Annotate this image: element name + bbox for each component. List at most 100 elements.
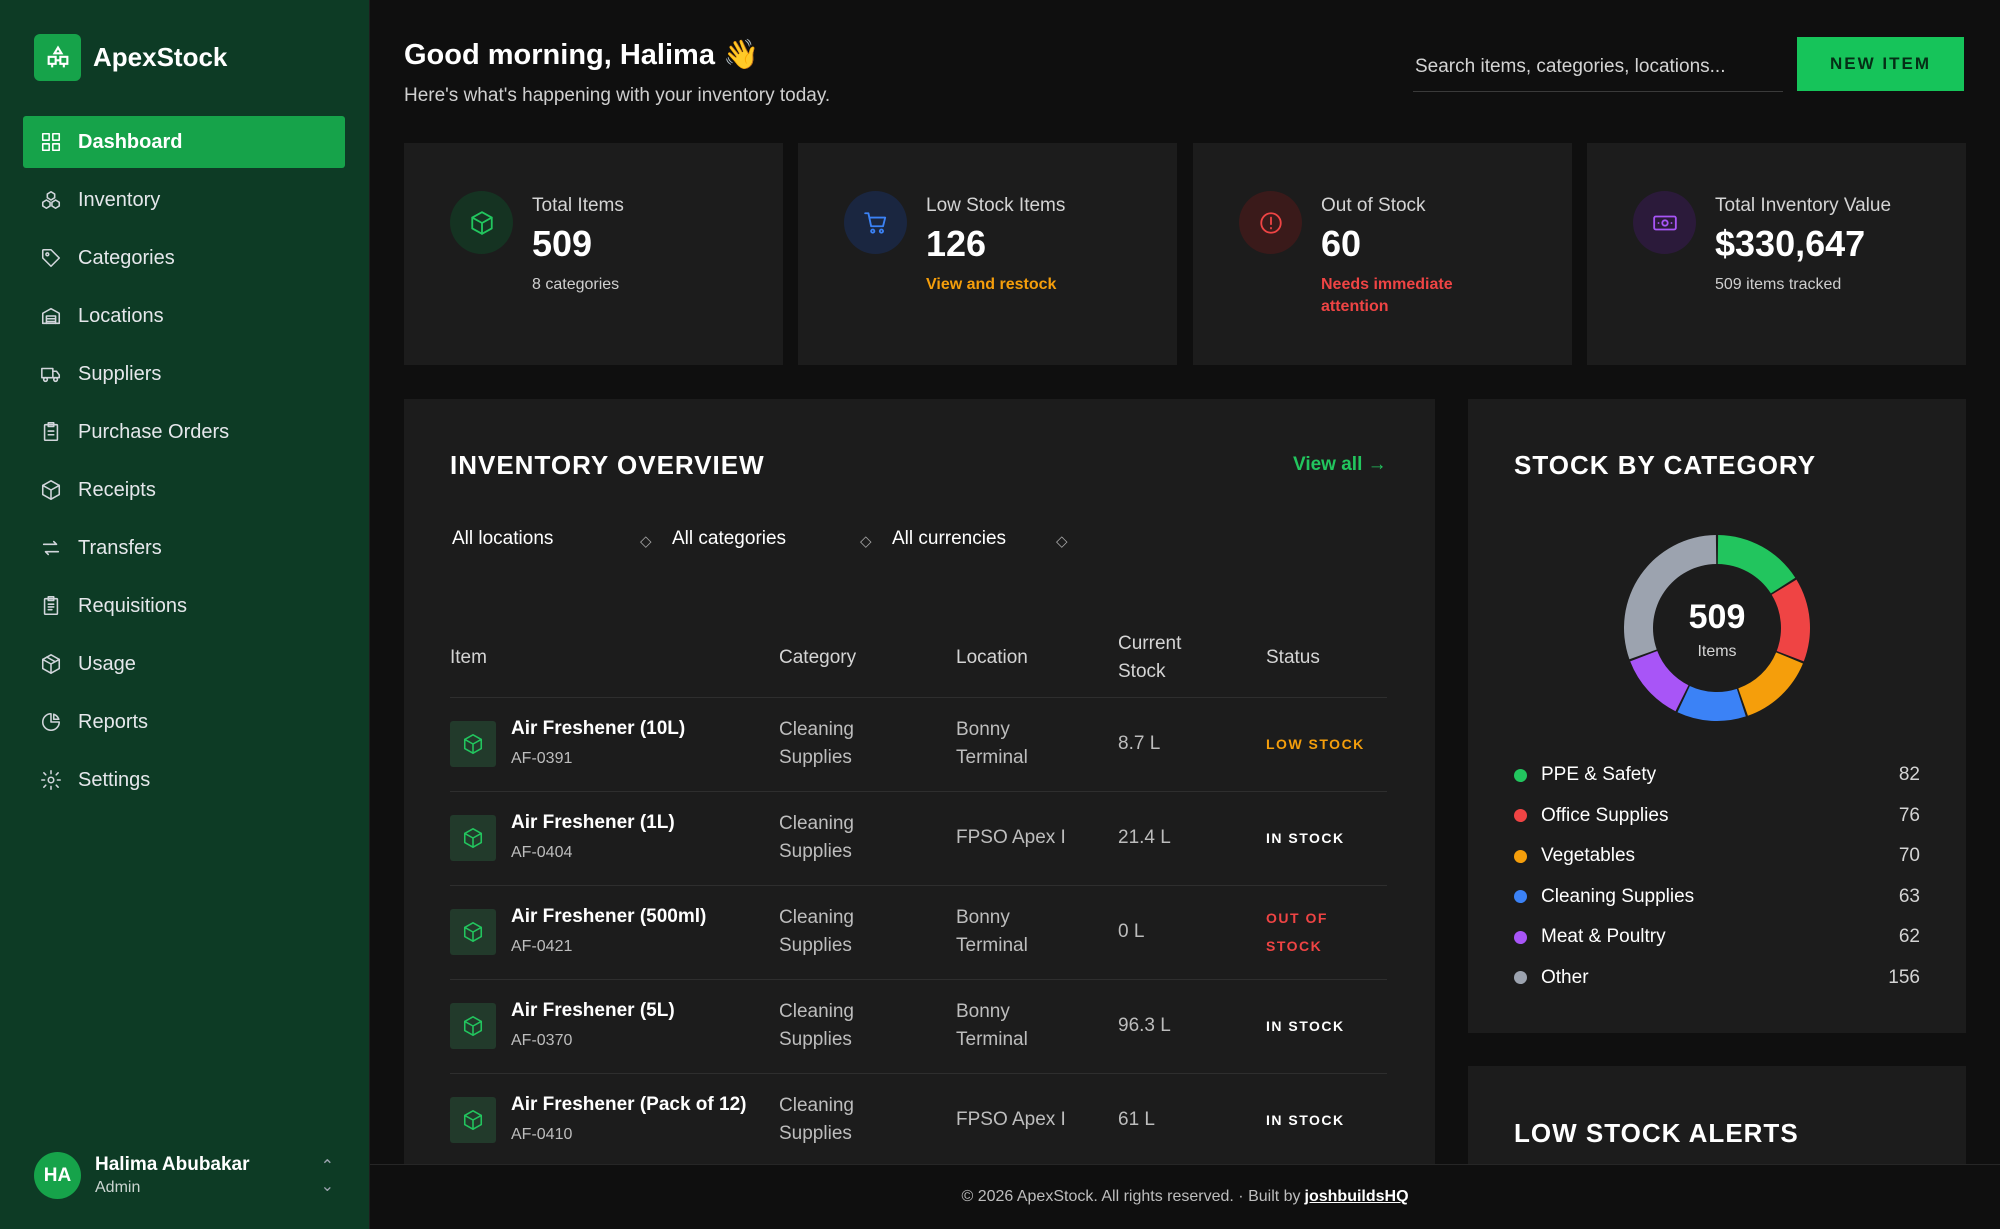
donut-slice-meat-poultry[interactable]: [1630, 650, 1689, 712]
status-cell: IN STOCK: [1266, 791, 1387, 886]
legend-item[interactable]: Meat & Poultry 62: [1514, 917, 1920, 958]
stat-card-total-items[interactable]: Total Items 509 8 categories: [404, 143, 783, 365]
column-header-category[interactable]: Category: [779, 620, 956, 698]
column-header-item[interactable]: Item: [450, 620, 779, 698]
sidebar-item-label: Requisitions: [78, 594, 187, 617]
category-cell: Cleaning Supplies: [779, 979, 956, 1074]
sidebar-item-categories[interactable]: Categories: [23, 232, 345, 284]
donut-slice-vegetables[interactable]: [1738, 652, 1803, 716]
sidebar-item-receipts[interactable]: Receipts: [23, 464, 345, 516]
column-header-stock[interactable]: Current Stock: [1118, 620, 1266, 698]
legend-item[interactable]: Office Supplies 76: [1514, 796, 1920, 837]
view-all-link[interactable]: View all →: [1293, 454, 1387, 476]
sidebar-item-reports[interactable]: Reports: [23, 696, 345, 748]
item-sku: AF-0391: [511, 750, 573, 767]
location-filter[interactable]: All locations: [452, 528, 553, 550]
stat-label: Total Inventory Value: [1715, 195, 1892, 216]
category-cell: Cleaning Supplies: [779, 697, 956, 792]
category-cell: Cleaning Supplies: [779, 885, 956, 980]
search-input[interactable]: [1413, 42, 1783, 92]
sidebar-item-label: Transfers: [78, 536, 162, 559]
legend-item[interactable]: Cleaning Supplies 63: [1514, 877, 1920, 918]
category-filter[interactable]: All categories: [672, 528, 786, 550]
boxes-icon: [40, 189, 62, 211]
user-menu[interactable]: HA Halima Abubakar Admin ⌃ ⌄: [34, 1152, 334, 1199]
legend-label: Cleaning Supplies: [1541, 885, 1695, 907]
sidebar-item-suppliers[interactable]: Suppliers: [23, 348, 345, 400]
brand-name: ApexStock: [93, 42, 228, 72]
new-item-button[interactable]: NEW ITEM: [1797, 37, 1964, 91]
category-filter-chevron-icon: ◇: [860, 533, 872, 550]
legend-item[interactable]: PPE & Safety 82: [1514, 755, 1920, 796]
sidebar-item-requisitions[interactable]: Requisitions: [23, 580, 345, 632]
donut-slice-office-supplies[interactable]: [1771, 579, 1810, 662]
legend-item[interactable]: Other 156: [1514, 958, 1920, 999]
stat-value: 60: [1321, 223, 1362, 264]
donut-slice-cleaning-supplies[interactable]: [1677, 685, 1746, 721]
stat-subtext: 509 items tracked: [1715, 276, 1842, 293]
stock-cell: 8.7 L: [1118, 697, 1266, 792]
table-row[interactable]: Air Freshener (500ml) AF-0421 Cleaning S…: [450, 885, 1387, 980]
table-row[interactable]: Air Freshener (5L) AF-0370 Cleaning Supp…: [450, 979, 1387, 1074]
legend-label: Vegetables: [1541, 845, 1636, 867]
category-filter-label: All categories: [672, 528, 787, 549]
sidebar-item-usage[interactable]: Usage: [23, 638, 345, 690]
stat-card-low-stock-items[interactable]: Low Stock Items 126 View and restock: [798, 143, 1177, 365]
chevron-up-down-icon: ⌃ ⌄: [320, 1157, 334, 1195]
sidebar-item-label: Reports: [78, 710, 149, 733]
item-sku: AF-0421: [511, 938, 573, 955]
location-cell: Bonny Terminal: [956, 697, 1118, 792]
table-row[interactable]: Air Freshener (1L) AF-0404 Cleaning Supp…: [450, 791, 1387, 886]
legend-count: 62: [1898, 926, 1920, 948]
item-cell: Air Freshener (10L) AF-0391: [450, 697, 779, 792]
stat-card-total-inventory-value[interactable]: Total Inventory Value $330,647 509 items…: [1587, 143, 1966, 365]
location-cell: FPSO Apex I: [956, 791, 1118, 886]
currency-filter-chevron-icon: ◇: [1056, 533, 1068, 550]
stat-value: 126: [926, 223, 987, 264]
box-icon: [450, 721, 496, 767]
footer: © 2026 ApexStock. All rights reserved. ·…: [370, 1164, 2000, 1229]
table-row[interactable]: Air Freshener (10L) AF-0391 Cleaning Sup…: [450, 697, 1387, 792]
stat-value: 509: [532, 223, 593, 264]
page-title: Good morning, Halima 👋: [404, 39, 760, 71]
brand-logo-icon: [34, 34, 81, 81]
page-subtitle: Here's what's happening with your invent…: [404, 85, 831, 106]
sidebar-item-purchase-orders[interactable]: Purchase Orders: [23, 406, 345, 458]
stat-card-out-of-stock[interactable]: Out of Stock 60 Needs immediate attentio…: [1193, 143, 1572, 365]
cart-icon: [844, 191, 907, 254]
sidebar-item-inventory[interactable]: Inventory: [23, 174, 345, 226]
item-name: Air Freshener (Pack of 12): [511, 1094, 747, 1115]
user-name: Halima Abubakar: [95, 1154, 250, 1175]
stat-subtext[interactable]: View and restock: [926, 274, 1126, 296]
legend-label: Office Supplies: [1541, 804, 1669, 826]
sidebar: ApexStock Dashboard Inventory Categories Lo…: [0, 0, 370, 1229]
sidebar-item-dashboard[interactable]: Dashboard: [23, 116, 345, 168]
low-stock-alerts-panel: [1468, 1066, 1966, 1166]
footer-link[interactable]: joshbuildsHQ: [1305, 1188, 1409, 1206]
legend-dot: [1514, 849, 1527, 863]
package-open-icon: [40, 653, 62, 675]
legend-item[interactable]: Vegetables 70: [1514, 836, 1920, 877]
sidebar-item-settings[interactable]: Settings: [23, 754, 345, 806]
sidebar-item-label: Usage: [78, 652, 136, 675]
donut-slice-ppe-safety[interactable]: [1717, 535, 1796, 594]
table-row[interactable]: Air Freshener (Pack of 12) AF-0410 Clean…: [450, 1073, 1387, 1168]
alert-icon: [1239, 191, 1302, 254]
arrows-icon: [40, 537, 62, 559]
brand[interactable]: ApexStock: [34, 34, 227, 81]
column-header-status[interactable]: Status: [1266, 620, 1387, 698]
sidebar-item-transfers[interactable]: Transfers: [23, 522, 345, 574]
money-icon: [1633, 191, 1696, 254]
item-cell: Air Freshener (5L) AF-0370: [450, 979, 779, 1074]
legend-dot: [1514, 809, 1527, 823]
sidebar-item-locations[interactable]: Locations: [23, 290, 345, 342]
clipboard-icon: [40, 421, 62, 443]
status-cell: LOW STOCK: [1266, 697, 1387, 792]
box-icon: [450, 191, 513, 254]
legend-dot: [1514, 971, 1527, 985]
location-cell: FPSO Apex I: [956, 1073, 1118, 1168]
box-icon: [450, 909, 496, 955]
currency-filter[interactable]: All currencies: [892, 528, 1006, 550]
column-header-location[interactable]: Location: [956, 620, 1118, 698]
legend-count: 156: [1888, 966, 1920, 988]
